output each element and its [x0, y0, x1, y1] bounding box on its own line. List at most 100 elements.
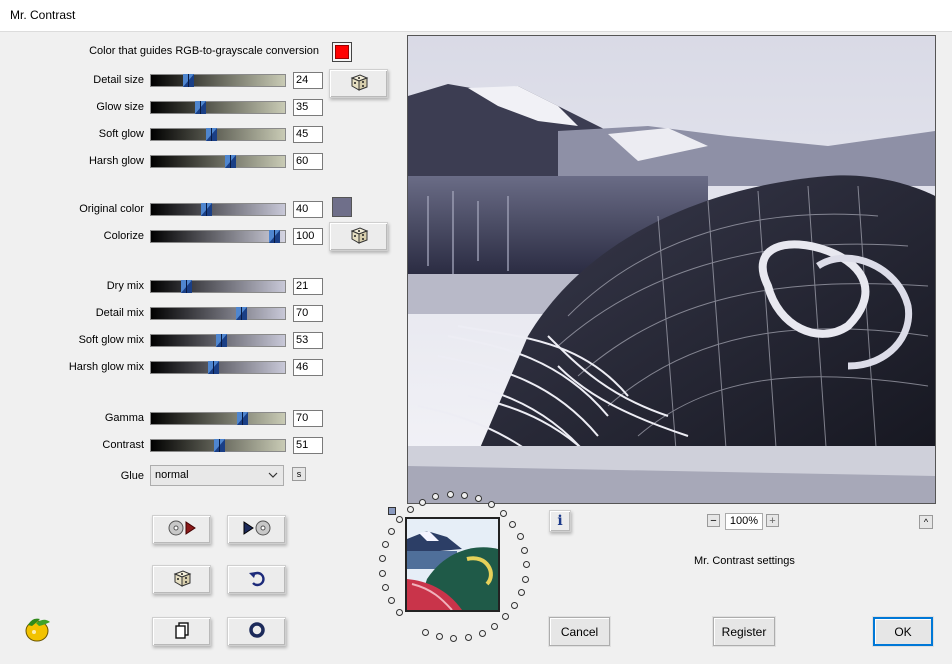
- info-button[interactable]: i: [549, 510, 571, 532]
- original-color-swatch[interactable]: [332, 197, 352, 217]
- zoom-in-label: +: [769, 514, 776, 527]
- cancel-button[interactable]: Cancel: [549, 617, 610, 646]
- harsh-glow-mix-slider[interactable]: [150, 361, 286, 374]
- dry-mix-slider[interactable]: [150, 280, 286, 293]
- glue-select[interactable]: normal: [150, 465, 284, 486]
- chevron-down-icon: [268, 467, 278, 490]
- copy-button[interactable]: [152, 617, 211, 646]
- dial-dot[interactable]: [436, 633, 444, 641]
- detail-mix-value[interactable]: 70: [293, 305, 323, 322]
- contrast-value[interactable]: 51: [293, 437, 323, 454]
- soft-glow-value[interactable]: 45: [293, 126, 323, 143]
- harsh-glow-mix-value[interactable]: 46: [293, 359, 323, 376]
- main-preview-image[interactable]: [407, 35, 936, 504]
- harsh-glow-mix-slider-thumb[interactable]: [208, 361, 219, 374]
- dial-dot[interactable]: [382, 541, 390, 549]
- dial-dot[interactable]: [395, 609, 403, 617]
- colorize-value[interactable]: 100: [293, 228, 323, 245]
- randomize-colorize-button[interactable]: [329, 222, 388, 251]
- dial-dot[interactable]: [516, 533, 524, 541]
- zoom-level: 100%: [725, 513, 763, 530]
- ok-label: OK: [894, 624, 912, 639]
- contrast-slider[interactable]: [150, 439, 286, 452]
- dial-dot[interactable]: [388, 528, 396, 536]
- glow-size-slider-thumb[interactable]: [195, 101, 206, 114]
- dial-dot[interactable]: [450, 634, 458, 642]
- undo-button[interactable]: [227, 565, 286, 594]
- detail-size-slider[interactable]: [150, 74, 286, 87]
- original-color-slider-thumb[interactable]: [201, 203, 212, 216]
- dial-dot[interactable]: [502, 613, 510, 621]
- window-title: Mr. Contrast: [10, 8, 76, 22]
- zoom-out-button[interactable]: −: [707, 514, 720, 527]
- dial-dot[interactable]: [478, 629, 486, 637]
- glow-size-slider[interactable]: [150, 101, 286, 114]
- detail-size-value[interactable]: 24: [293, 72, 323, 89]
- zoom-in-button[interactable]: +: [766, 514, 779, 527]
- dial-dot[interactable]: [511, 602, 519, 610]
- dial-dot[interactable]: [491, 622, 499, 630]
- soft-glow-slider[interactable]: [150, 128, 286, 141]
- register-button[interactable]: Register: [713, 617, 775, 646]
- soft-glow-mix-label: Soft glow mix: [78, 334, 144, 346]
- dial-dot[interactable]: [461, 491, 469, 499]
- color-guide-swatch[interactable]: [332, 42, 352, 62]
- undo-icon: [248, 569, 266, 590]
- dial-dot[interactable]: [517, 589, 525, 597]
- colorize-slider[interactable]: [150, 230, 286, 243]
- dial-handle[interactable]: [388, 507, 396, 515]
- detail-size-slider-thumb[interactable]: [183, 74, 194, 87]
- glue-s-button[interactable]: s: [292, 467, 306, 481]
- dial-dot[interactable]: [464, 633, 472, 641]
- gamma-slider-thumb[interactable]: [237, 412, 248, 425]
- harsh-glow-slider-thumb[interactable]: [225, 155, 236, 168]
- glow-size-value[interactable]: 35: [293, 99, 323, 116]
- soft-glow-mix-value[interactable]: 53: [293, 332, 323, 349]
- dial-dot[interactable]: [387, 597, 395, 605]
- detail-mix-slider-thumb[interactable]: [236, 307, 247, 320]
- harsh-glow-mix-label: Harsh glow mix: [68, 361, 144, 373]
- dial-dot[interactable]: [406, 506, 414, 514]
- disc-to-arrow-icon: [167, 519, 197, 540]
- collapse-button[interactable]: ^: [919, 515, 933, 529]
- ring-icon: [248, 621, 266, 642]
- harsh-glow-label: Harsh glow: [88, 155, 144, 167]
- gamma-slider[interactable]: [150, 412, 286, 425]
- original-color-value[interactable]: 40: [293, 201, 323, 218]
- soft-glow-label: Soft glow: [98, 128, 144, 140]
- load-preset-button[interactable]: [152, 515, 211, 544]
- dial-dot[interactable]: [418, 498, 426, 506]
- thumbnail-preview[interactable]: [405, 517, 500, 612]
- dial-dot[interactable]: [382, 584, 390, 592]
- save-preset-button[interactable]: [227, 515, 286, 544]
- dial-dot[interactable]: [522, 561, 530, 569]
- randomize-glow-button[interactable]: [329, 69, 388, 98]
- dry-mix-label: Dry mix: [106, 280, 144, 292]
- dial-dot[interactable]: [422, 629, 430, 637]
- contrast-slider-thumb[interactable]: [214, 439, 225, 452]
- dial-dot[interactable]: [509, 520, 517, 528]
- colorize-slider-thumb[interactable]: [269, 230, 280, 243]
- detail-mix-slider[interactable]: [150, 307, 286, 320]
- dial-dot[interactable]: [379, 555, 387, 563]
- reset-button[interactable]: [227, 617, 286, 646]
- dial-dot[interactable]: [499, 509, 507, 517]
- original-color-slider[interactable]: [150, 203, 286, 216]
- dial-dot[interactable]: [488, 501, 496, 509]
- dial-dot[interactable]: [521, 575, 529, 583]
- dry-mix-slider-thumb[interactable]: [181, 280, 192, 293]
- glue-s-label: s: [296, 469, 302, 479]
- dial-dot[interactable]: [396, 516, 404, 524]
- dry-mix-value[interactable]: 21: [293, 278, 323, 295]
- dial-dot[interactable]: [446, 491, 454, 499]
- soft-glow-mix-slider[interactable]: [150, 334, 286, 347]
- ok-button[interactable]: OK: [873, 617, 933, 646]
- dial-dot[interactable]: [379, 569, 387, 577]
- harsh-glow-slider[interactable]: [150, 155, 286, 168]
- dial-dot[interactable]: [521, 546, 529, 554]
- harsh-glow-value[interactable]: 60: [293, 153, 323, 170]
- gamma-value[interactable]: 70: [293, 410, 323, 427]
- soft-glow-mix-slider-thumb[interactable]: [216, 334, 227, 347]
- soft-glow-slider-thumb[interactable]: [206, 128, 217, 141]
- randomize-all-button[interactable]: [152, 565, 211, 594]
